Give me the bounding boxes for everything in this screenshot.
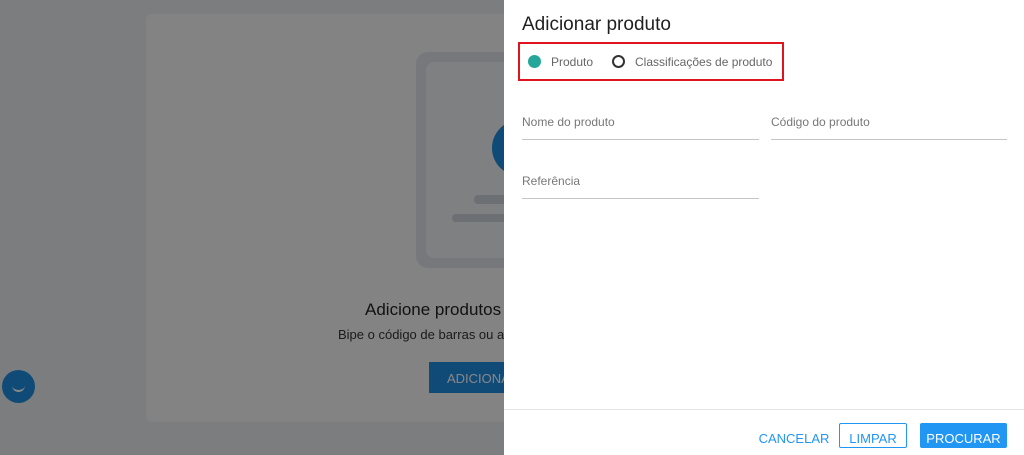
radio-produto[interactable]: Produto (528, 44, 593, 79)
dialog-title: Adicionar produto (522, 14, 671, 35)
clear-button[interactable]: LIMPAR (839, 423, 907, 448)
radio-produto-label: Produto (551, 54, 594, 69)
footer-divider (504, 409, 1024, 410)
nome-produto-input[interactable] (522, 112, 759, 132)
search-mode-radio-group: Produto Classificações de produto (518, 42, 784, 81)
radio-classificacoes[interactable]: Classificações de produto (612, 44, 772, 79)
radio-classificacoes-label: Classificações de produto (635, 54, 773, 69)
radio-checked-icon[interactable] (528, 55, 541, 68)
nome-produto-field (522, 112, 759, 140)
referencia-field (522, 171, 759, 199)
codigo-produto-input[interactable] (771, 112, 1007, 132)
radio-unchecked-icon[interactable] (612, 55, 625, 68)
add-product-dialog: Adicionar produto Produto Classificações… (504, 0, 1024, 455)
cancel-button[interactable]: CANCELAR (754, 424, 834, 448)
search-button[interactable]: PROCURAR (920, 423, 1007, 448)
referencia-input[interactable] (522, 171, 759, 191)
codigo-produto-field (771, 112, 1007, 140)
